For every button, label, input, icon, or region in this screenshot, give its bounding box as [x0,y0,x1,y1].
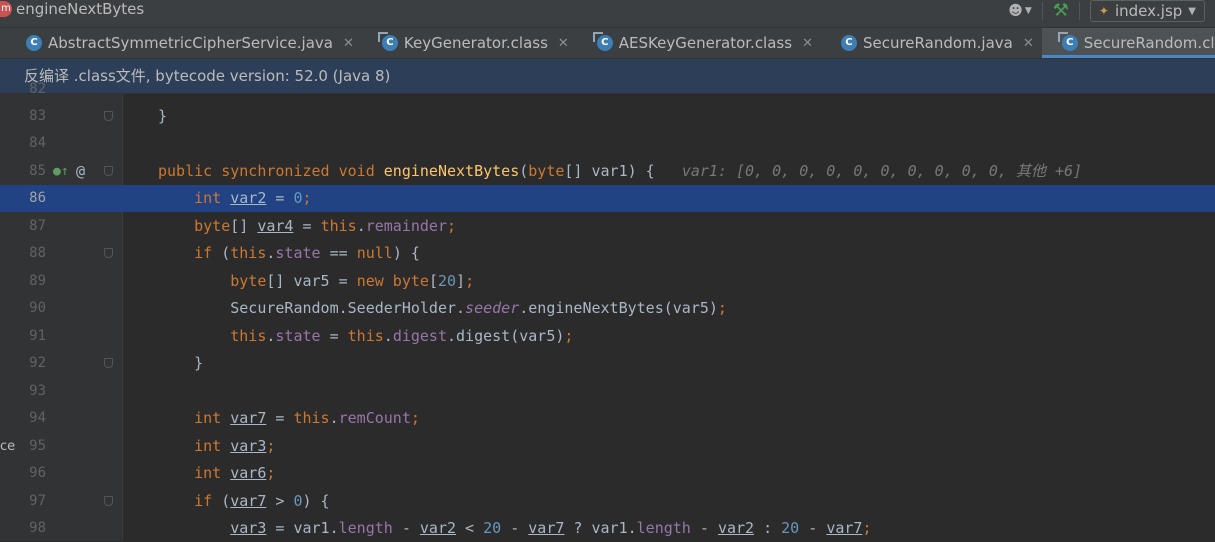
code-text: if (this.state == null) { [194,244,420,262]
code-text: int var3; [194,437,276,455]
line-number: 97 [29,493,46,509]
line-number: 94 [29,410,46,426]
code-line[interactable]: 82 [0,76,1215,103]
line-number: 91 [29,328,46,344]
line-number: 87 [29,218,46,234]
tab-aes-key-generator-class[interactable]: C AESKeyGenerator.class ✕ [577,28,821,58]
tab-label: SecureRandom.java [862,34,1013,52]
code-line[interactable]: 88 if (this.state == null) { [0,240,1215,267]
code-text: if (var7 > 0) { [194,492,330,510]
compiled-class-icon: C [377,32,398,51]
tab-label: AESKeyGenerator.class [618,34,793,52]
method-icon: m [0,1,12,17]
line-number: 84 [29,135,46,151]
code-text: var3 = var1.length - var2 < 20 - var7 ? … [230,519,872,537]
run-config-select[interactable]: ✦ index.jsp ▼ [1089,0,1205,22]
run-config-label: index.jsp [1114,2,1183,20]
code-line[interactable]: 85 ●↑ @ public synchronized void engineN… [0,158,1215,185]
toolbar-separator [1078,2,1080,20]
fold-icon[interactable] [104,166,113,176]
tab-secure-random-class[interactable]: C SecureRandom.class ✕ [1041,28,1215,58]
tab-label: KeyGenerator.class [403,34,548,52]
toolbar-separator [1041,2,1043,20]
code-line[interactable]: 89 byte[] var5 = new byte[20]; [0,268,1215,295]
breadcrumb[interactable]: m engineNextBytes [0,0,144,18]
close-icon[interactable]: ✕ [1023,36,1034,51]
code-line[interactable]: 94 int var7 = this.remCount; [0,405,1215,432]
code-line[interactable]: 87 byte[] var4 = this.remainder; [0,213,1215,240]
code-line[interactable]: 92 } [0,350,1215,377]
line-number: 86 [29,190,46,206]
code-text: } [158,354,204,372]
breadcrumb-method[interactable]: engineNextBytes [16,0,144,18]
code-text: } [158,107,168,125]
code-text: int var7 = this.remCount; [194,409,420,427]
compiled-class-icon: C [1057,32,1078,51]
annotation-icon: @ [76,162,86,180]
class-icon: C [840,35,857,51]
tab-label: AbstractSymmetricCipherService.java [48,34,333,52]
editor-tabs: C AbstractSymmetricCipherService.java ✕ … [0,28,1215,59]
line-number: 82 [29,81,46,97]
code-line-current[interactable]: 86 int var2 = 0; [0,185,1215,212]
code-line[interactable]: 98 var3 = var1.length - var2 < 20 - var7… [0,515,1215,542]
hammer-icon[interactable]: ⚒ [1053,2,1069,20]
override-icon[interactable]: ●↑ [53,158,69,185]
code-line[interactable]: 93 [0,378,1215,405]
user-icon[interactable]: ☻ ▼ [1008,3,1032,19]
code-text: byte[] var4 = this.remainder; [194,217,457,235]
code-line[interactable]: 96 int var6; [0,460,1215,487]
code-text: this.state = this.digest.digest(var5); [230,327,574,345]
inline-debug-hint: var1: [0, 0, 0, 0, 0, 0, 0, 0, 0, 0, 其他 … [681,162,1083,180]
code-line[interactable]: 84 [0,130,1215,157]
line-number: 88 [29,245,46,261]
code-line[interactable]: 90 SecureRandom.SeederHolder.seeder.engi… [0,295,1215,322]
line-number: 89 [29,273,46,289]
jsp-file-icon: ✦ [1098,4,1109,18]
code-line[interactable]: 83 } [0,103,1215,130]
line-number: 85 [29,163,46,179]
close-icon[interactable]: ✕ [343,36,354,51]
chevron-down-icon: ▼ [1188,5,1196,17]
line-number: 90 [29,300,46,316]
compiled-class-icon: C [592,32,613,51]
code-text: SecureRandom.SeederHolder.seeder.engineN… [158,299,727,317]
code-line[interactable]: 97 if (var7 > 0) { [0,488,1215,515]
class-icon: C [26,35,42,51]
code-line[interactable]: ce 95 int var3; [0,433,1215,460]
line-number: 83 [29,108,46,124]
fold-icon[interactable] [104,248,113,258]
line-number: 98 [29,520,46,536]
fold-icon[interactable] [104,358,113,368]
tab-label: SecureRandom.class [1083,34,1215,52]
code-text: byte[] var5 = new byte[20]; [230,272,475,290]
code-editor[interactable]: 82 83 } 84 85 ●↑ @ public synchronized v… [0,81,1215,542]
fold-icon[interactable] [104,111,113,121]
toolbar-right: ☻ ▼ ⚒ ✦ index.jsp ▼ [1008,0,1205,22]
line-number: 93 [29,383,46,399]
navigation-bar: m engineNextBytes ☻ ▼ ⚒ ✦ index.jsp ▼ [0,0,1215,28]
code-text: int var2 = 0; [194,189,312,207]
line-number: 92 [29,355,46,371]
tab-abstract-symmetric-cipher-service[interactable]: C AbstractSymmetricCipherService.java ✕ [0,28,362,58]
code-line[interactable]: 91 this.state = this.digest.digest(var5)… [0,323,1215,350]
tab-secure-random-java[interactable]: C SecureRandom.java ✕ [821,28,1042,58]
close-icon[interactable]: ✕ [558,36,569,51]
tab-key-generator-class[interactable]: C KeyGenerator.class ✕ [362,28,577,58]
fold-icon[interactable] [104,496,113,506]
line-number: 96 [29,465,46,481]
line-number: 95 [29,438,46,454]
close-icon[interactable]: ✕ [802,36,813,51]
code-text: int var6; [194,464,276,482]
code-text: public synchronized void engineNextBytes… [158,162,1083,180]
